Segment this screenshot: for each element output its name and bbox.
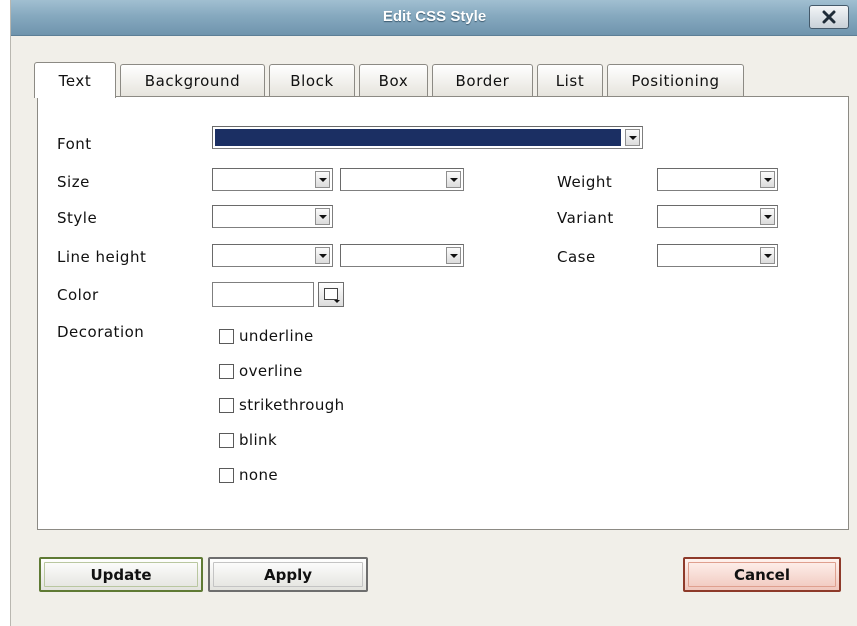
chevron-down-icon[interactable] [315, 247, 330, 264]
tab-block[interactable]: Block [269, 64, 355, 96]
style-label: Style [57, 209, 98, 227]
case-select[interactable] [657, 244, 778, 267]
edit-css-style-dialog: Edit CSS Style Text Background Block Box… [10, 0, 857, 626]
chevron-down-icon[interactable] [446, 247, 461, 264]
tab-background[interactable]: Background [120, 64, 265, 96]
tab-label: Background [144, 71, 241, 90]
size-value-select[interactable] [212, 168, 333, 191]
chevron-down-icon[interactable] [315, 171, 330, 188]
none-checkbox[interactable] [219, 468, 234, 483]
apply-button-label: Apply [263, 565, 312, 584]
close-x-icon [822, 10, 836, 24]
title-bar[interactable]: Edit CSS Style [11, 0, 857, 36]
tab-text[interactable]: Text [34, 62, 116, 98]
chevron-down-icon[interactable] [625, 129, 640, 146]
line-height-unit-select[interactable] [340, 244, 464, 267]
chevron-down-icon[interactable] [315, 208, 330, 225]
chevron-down-icon[interactable] [760, 208, 775, 225]
underline-checkbox[interactable] [219, 329, 234, 344]
text-tab-panel [37, 96, 849, 530]
update-button[interactable]: Update [39, 557, 203, 592]
chevron-down-icon[interactable] [446, 171, 461, 188]
weight-label: Weight [557, 173, 613, 191]
cancel-button[interactable]: Cancel [683, 557, 841, 592]
size-label: Size [57, 173, 90, 191]
color-swatch-icon [324, 288, 338, 300]
overline-checkbox[interactable] [219, 364, 234, 379]
chevron-down-icon [334, 300, 340, 303]
tab-label: Border [455, 71, 510, 90]
color-input[interactable] [212, 282, 314, 307]
case-label: Case [557, 248, 596, 266]
chevron-down-icon[interactable] [760, 171, 775, 188]
variant-label: Variant [557, 209, 614, 227]
blink-label: blink [239, 431, 278, 449]
font-select[interactable] [212, 126, 643, 149]
dialog-title: Edit CSS Style [382, 8, 487, 25]
chevron-down-icon[interactable] [760, 247, 775, 264]
blink-checkbox[interactable] [219, 433, 234, 448]
line-height-value-select[interactable] [212, 244, 333, 267]
size-unit-select[interactable] [340, 168, 464, 191]
strikethrough-label: strikethrough [239, 396, 345, 414]
tab-label: List [555, 71, 585, 90]
variant-select[interactable] [657, 205, 778, 228]
update-button-label: Update [90, 565, 152, 584]
tab-positioning[interactable]: Positioning [607, 64, 744, 96]
cancel-button-label: Cancel [733, 565, 790, 584]
font-label: Font [57, 135, 92, 153]
tab-label: Block [290, 71, 334, 90]
underline-label: underline [239, 327, 314, 345]
weight-select[interactable] [657, 168, 778, 191]
tab-label: Text [58, 71, 92, 90]
tab-box[interactable]: Box [359, 64, 428, 96]
decoration-label: Decoration [57, 323, 145, 341]
color-label: Color [57, 286, 99, 304]
tab-list[interactable]: List [537, 64, 603, 96]
style-select[interactable] [212, 205, 333, 228]
overline-label: overline [239, 362, 303, 380]
color-picker-button[interactable] [318, 282, 344, 307]
line-height-label: Line height [57, 248, 147, 266]
strikethrough-checkbox[interactable] [219, 398, 234, 413]
close-button[interactable] [809, 5, 849, 29]
tab-label: Positioning [631, 71, 720, 90]
apply-button[interactable]: Apply [208, 557, 368, 592]
none-label: none [239, 466, 279, 484]
tab-border[interactable]: Border [432, 64, 533, 96]
tab-label: Box [378, 71, 409, 90]
font-select-value [215, 129, 621, 146]
